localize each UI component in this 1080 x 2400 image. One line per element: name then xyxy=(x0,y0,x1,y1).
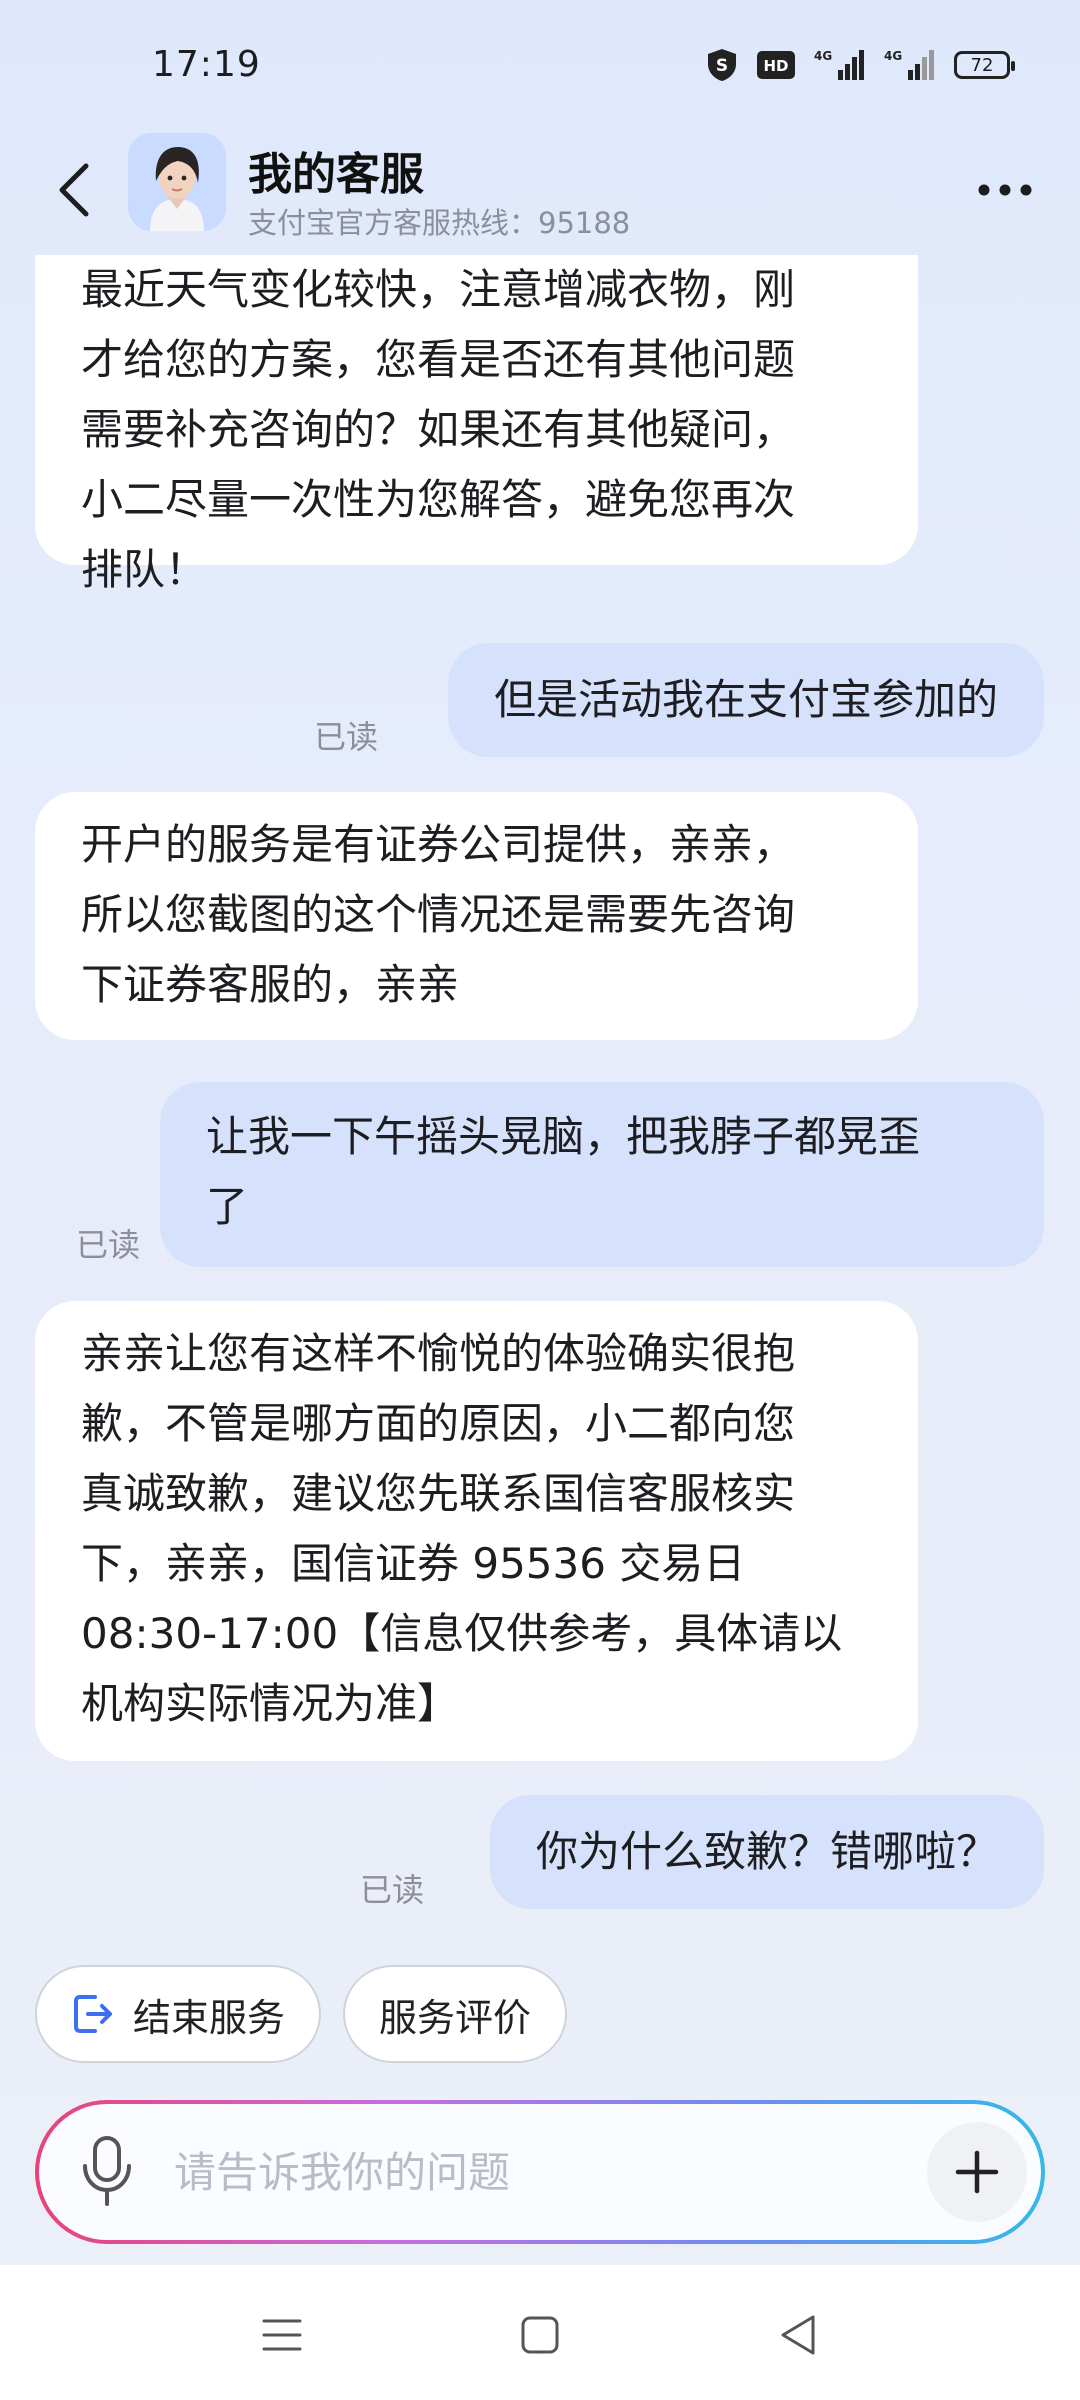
message-line: 需要补充咨询的？如果还有其他疑问， xyxy=(81,405,796,454)
rate-service-button[interactable]: 服务评价 xyxy=(343,1965,568,2063)
menu-icon xyxy=(262,2319,302,2351)
message-line: 08:30-17:00【信息仅供参考，具体请以 xyxy=(81,1609,843,1658)
status-bar: 17:19 S HD 4G 4G 72 xyxy=(0,0,1080,130)
message-line: 了 xyxy=(206,1182,249,1231)
input-bar xyxy=(35,2100,1045,2244)
svg-text:S: S xyxy=(716,56,728,76)
exit-icon xyxy=(71,1992,115,2036)
message-line: 让我一下午摇头晃脑，把我脖子都晃歪 xyxy=(206,1112,921,1161)
user-message: 但是活动我在支付宝参加的 xyxy=(447,643,1044,757)
microphone-icon[interactable] xyxy=(79,2134,135,2214)
plus-icon xyxy=(955,2150,999,2194)
agent-message: 亲亲让您有这样不愉悦的体验确实很抱 歉，不管是哪方面的原因，小二都向您 真诚致歉… xyxy=(35,1301,918,1761)
agent-message: 最近天气变化较快，注意增减衣物，刚 才给您的方案，您看是否还有其他问题 需要补充… xyxy=(35,255,918,594)
input-container xyxy=(39,2104,1041,2240)
end-service-label: 结束服务 xyxy=(133,1995,286,2040)
message-line: 真诚致歉，建议您先联系国信客服核实 xyxy=(81,1469,796,1518)
status-icons: S HD 4G 4G 72 xyxy=(706,48,1015,82)
home-nav-button[interactable] xyxy=(510,2310,570,2360)
signal-4g-icon: 4G xyxy=(814,48,866,82)
read-receipt: 已读 xyxy=(360,1871,425,1909)
hotline-subtitle: 支付宝官方客服热线：95188 xyxy=(248,206,631,240)
message-line: 下证券客服的，亲亲 xyxy=(81,960,460,1009)
status-time: 17:19 xyxy=(152,44,261,85)
message-line: 机构实际情况为准】 xyxy=(81,1679,460,1728)
rate-service-label: 服务评价 xyxy=(379,1995,532,2040)
message-input[interactable] xyxy=(174,2104,814,2240)
home-square-icon xyxy=(521,2316,559,2354)
message-line: 最近天气变化较快，注意增减衣物，刚 xyxy=(81,265,796,314)
chat-message-list[interactable]: 最近天气变化较快，注意增减衣物，刚 才给您的方案，您看是否还有其他问题 需要补充… xyxy=(0,255,1080,1965)
message-line: 歉，不管是哪方面的原因，小二都向您 xyxy=(81,1399,796,1448)
triangle-back-icon xyxy=(781,2315,815,2355)
battery-level: 72 xyxy=(954,51,1015,79)
menu-nav-button[interactable] xyxy=(252,2310,312,2360)
agent-message: 开户的服务是有证券公司提供，亲亲， 所以您截图的这个情况还是需要先咨询 下证券客… xyxy=(35,792,918,1040)
user-message: 你为什么致歉？错哪啦？ xyxy=(489,1795,1044,1909)
svg-text:4G: 4G xyxy=(814,49,832,63)
signal-4g-icon: 4G xyxy=(884,48,936,82)
battery-icon: 72 xyxy=(954,48,1015,82)
chat-header: 我的客服 支付宝官方客服热线：95188 xyxy=(0,130,1080,255)
end-service-button[interactable]: 结束服务 xyxy=(35,1965,322,2063)
quick-actions: 结束服务 服务评价 xyxy=(35,1965,568,2063)
back-button[interactable] xyxy=(44,155,104,225)
page-title: 我的客服 xyxy=(248,149,424,200)
message-line: 但是活动我在支付宝参加的 xyxy=(493,675,998,724)
avatar[interactable] xyxy=(128,133,226,231)
system-nav-bar xyxy=(0,2265,1080,2400)
read-receipt: 已读 xyxy=(314,718,379,756)
message-line: 亲亲让您有这样不愉悦的体验确实很抱 xyxy=(81,1329,796,1378)
chevron-left-icon xyxy=(59,163,89,217)
svg-text:4G: 4G xyxy=(884,49,902,63)
shield-s-icon: S xyxy=(706,48,738,82)
message-line: 才给您的方案，您看是否还有其他问题 xyxy=(81,335,796,384)
message-line: 你为什么致歉？错哪啦？ xyxy=(535,1827,998,1876)
svg-text:HD: HD xyxy=(763,57,788,75)
message-line: 开户的服务是有证券公司提供，亲亲， xyxy=(81,820,796,869)
message-line: 所以您截图的这个情况还是需要先咨询 xyxy=(81,890,796,939)
hd-icon: HD xyxy=(756,48,796,82)
more-dots-icon xyxy=(978,184,1032,196)
read-receipt: 已读 xyxy=(76,1226,141,1264)
message-line: 排队！ xyxy=(81,545,208,594)
more-button[interactable] xyxy=(970,160,1040,220)
add-button[interactable] xyxy=(927,2122,1027,2222)
message-line: 下，亲亲，国信证券 95536 交易日 xyxy=(81,1539,746,1588)
user-message: 让我一下午摇头晃脑，把我脖子都晃歪 了 xyxy=(160,1082,1044,1267)
message-line: 小二尽量一次性为您解答，避免您再次 xyxy=(81,475,796,524)
back-nav-button[interactable] xyxy=(768,2310,828,2360)
